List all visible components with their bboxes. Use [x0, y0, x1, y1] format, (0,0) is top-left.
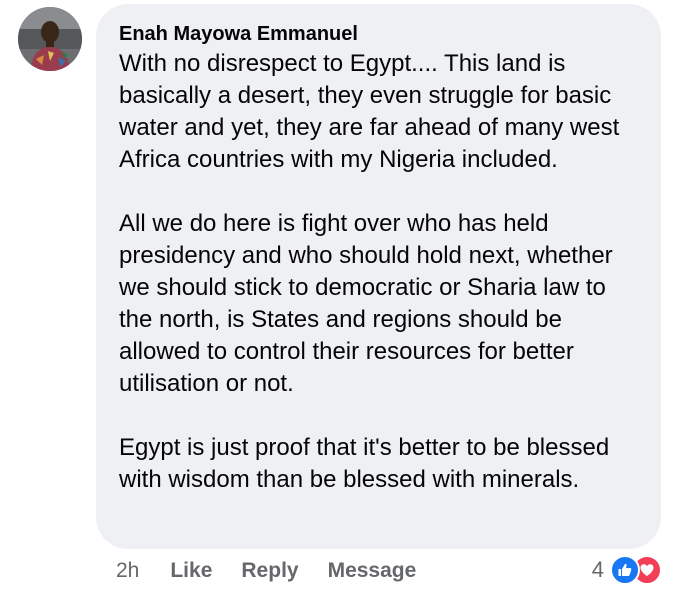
reply-button[interactable]: Reply: [241, 559, 298, 583]
avatar[interactable]: [18, 7, 82, 71]
comment-timestamp[interactable]: 2h: [116, 559, 139, 583]
reactions-summary[interactable]: 4: [592, 554, 662, 586]
message-button[interactable]: Message: [328, 559, 417, 583]
comment-paragraph-3: Egypt is just proof that it's better to …: [119, 434, 610, 493]
comment-bubble: Enah Mayowa Emmanuel With no disrespect …: [96, 4, 661, 549]
reaction-count: 4: [591, 557, 604, 582]
comment-author[interactable]: Enah Mayowa Emmanuel: [119, 22, 637, 48]
comment-paragraph-2: All we do here is fight over who has hel…: [119, 210, 613, 397]
avatar-photo: [18, 7, 82, 71]
like-button[interactable]: Like: [170, 559, 212, 583]
like-icon: [610, 555, 640, 585]
comment-actions: 2h Like Reply Message: [116, 556, 445, 586]
comment-paragraph-1: With no disrespect to Egypt.... This lan…: [119, 50, 620, 173]
